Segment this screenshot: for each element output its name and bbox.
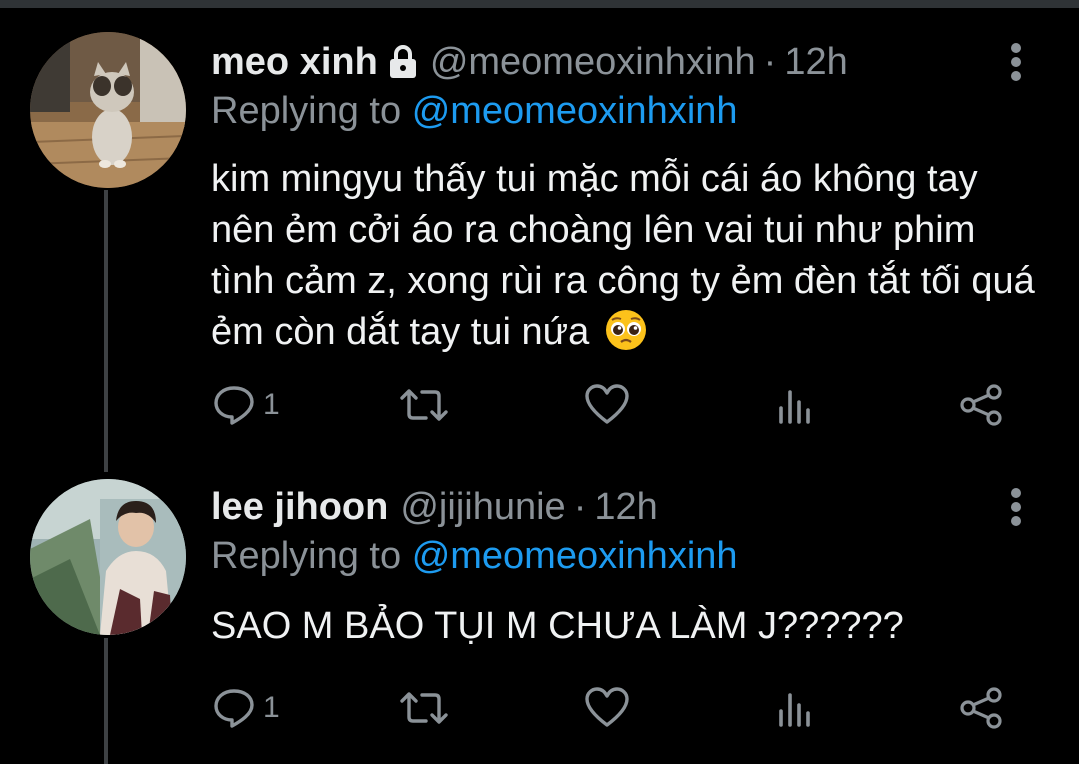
replying-prefix: Replying to: [211, 90, 402, 132]
tweet-header: lee jihoon @jijihunie · 12h: [211, 477, 658, 537]
display-name[interactable]: meo xinh: [211, 41, 378, 84]
tweet[interactable]: lee jihoon @jijihunie · 12h Replying to …: [0, 477, 1079, 764]
more-vertical-icon[interactable]: [1004, 483, 1028, 531]
like-button[interactable]: [583, 380, 631, 430]
pleading-face-emoji: [605, 310, 646, 350]
analytics-button[interactable]: [773, 683, 817, 733]
retweet-button[interactable]: [398, 380, 450, 430]
reply-button[interactable]: 1: [211, 683, 280, 733]
separator-dot: ·: [573, 485, 587, 528]
retweet-icon: [400, 692, 448, 724]
young-man-seaside-avatar: [30, 479, 186, 635]
analytics-button[interactable]: [773, 380, 817, 430]
tweet[interactable]: meo xinh @meomeoxinhxinh · 12h Replying …: [0, 32, 1079, 462]
tweet-header: meo xinh @meomeoxinhxinh · 12h: [211, 32, 848, 92]
reply-icon: [214, 689, 254, 728]
like-icon: [585, 384, 629, 424]
lock-icon: [389, 45, 416, 78]
retweet-icon: [400, 389, 448, 421]
tweet-actions: 1: [211, 380, 1041, 430]
analytics-icon: [779, 693, 810, 727]
user-handle[interactable]: @jijihunie: [400, 486, 565, 529]
share-button[interactable]: [958, 380, 1006, 430]
more-vertical-icon[interactable]: [1004, 38, 1028, 86]
avatar[interactable]: [30, 479, 186, 635]
tweet-text: SAO M BẢO TỤI M CHƯA LÀM J??????: [211, 605, 904, 647]
reply-icon: [214, 386, 254, 425]
replying-to-mention[interactable]: @meomeoxinhxinh: [412, 535, 738, 577]
share-icon: [960, 687, 1002, 729]
share-button[interactable]: [958, 683, 1006, 733]
tweet-actions: 1: [211, 683, 1041, 733]
replying-to-line: Replying to @meomeoxinhxinh: [211, 535, 738, 578]
top-divider: [0, 0, 1079, 8]
separator-dot: ·: [763, 40, 777, 83]
like-icon: [585, 687, 629, 727]
user-handle[interactable]: @meomeoxinhxinh: [430, 41, 756, 84]
timestamp[interactable]: 12h: [594, 486, 657, 529]
retweet-button[interactable]: [398, 683, 450, 733]
share-icon: [960, 384, 1002, 426]
kitten-standing-avatar: [30, 32, 186, 188]
tweet-body: SAO M BẢO TỤI M CHƯA LÀM J??????: [211, 601, 1041, 652]
display-name[interactable]: lee jihoon: [211, 486, 388, 529]
replying-to-line: Replying to @meomeoxinhxinh: [211, 90, 738, 133]
replying-prefix: Replying to: [211, 535, 402, 577]
replying-to-mention[interactable]: @meomeoxinhxinh: [412, 90, 738, 132]
tweet-body: kim mingyu thấy tui mặc mỗi cái áo không…: [211, 154, 1041, 358]
like-button[interactable]: [583, 683, 631, 733]
reply-count: 1: [263, 691, 280, 724]
reply-button[interactable]: 1: [211, 380, 280, 430]
timestamp[interactable]: 12h: [784, 41, 847, 84]
avatar[interactable]: [30, 32, 186, 188]
analytics-icon: [779, 390, 810, 424]
reply-count: 1: [263, 388, 280, 421]
